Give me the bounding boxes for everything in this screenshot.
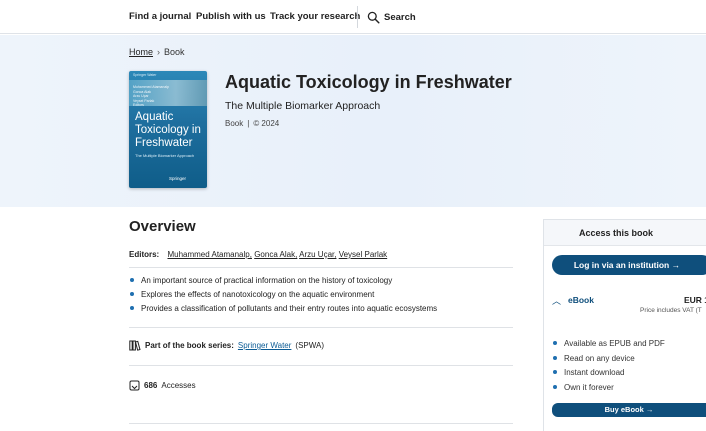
book-series-line: Part of the book series: Springer Water … [129, 340, 324, 351]
ebook-features: Available as EPUB and PDF Read on any de… [552, 339, 665, 397]
search-label: Search [384, 11, 416, 23]
divider [129, 423, 513, 424]
series-link[interactable]: Springer Water [238, 341, 292, 350]
ebook-label: eBook [568, 295, 594, 305]
login-institution-button[interactable]: Log in via an institution → [552, 255, 706, 275]
accesses-label: Accesses [161, 381, 196, 390]
divider [129, 365, 513, 366]
books-icon [129, 340, 141, 351]
series-code: (SPWA) [295, 341, 325, 350]
login-button-label: Log in via an institution [573, 260, 670, 270]
editor-link[interactable]: Veysel Parlak [339, 250, 387, 259]
list-item: Own it forever [552, 383, 665, 398]
book-subtitle: The Multiple Biomarker Approach [225, 100, 381, 112]
editor-link[interactable]: Gonca Alak, [254, 250, 297, 259]
nav-publish-with-us[interactable]: Publish with us [196, 11, 266, 22]
chevron-right-icon: › [157, 47, 161, 57]
book-year: © 2024 [253, 119, 280, 128]
highlights-list: An important source of practical informa… [129, 276, 437, 318]
list-item: Read on any device [552, 354, 665, 369]
breadcrumb-home[interactable]: Home [129, 47, 153, 57]
accesses-metric: 686 Accesses [129, 380, 196, 391]
arrow-right-icon: → [671, 260, 681, 270]
chevron-up-icon: ︿ [552, 296, 562, 306]
cover-title: Aquatic Toxicology in Freshwater [135, 111, 201, 149]
buy-button-label: Buy eBook [604, 405, 644, 414]
overview-heading: Overview [129, 218, 196, 235]
buy-ebook-button[interactable]: Buy eBook → [552, 403, 706, 417]
nav-track-research[interactable]: Track your research [270, 11, 360, 22]
divider [129, 267, 513, 268]
list-item: An important source of practical informa… [129, 276, 437, 290]
search-icon [367, 11, 380, 24]
nav-find-journal[interactable]: Find a journal [129, 11, 191, 22]
meta-divider: | [247, 119, 250, 128]
editor-link[interactable]: Arzu Uçar, [299, 250, 336, 259]
book-meta: Book | © 2024 [225, 119, 279, 128]
list-item: Available as EPUB and PDF [552, 339, 665, 354]
arrow-right-icon: → [645, 405, 654, 414]
download-icon [129, 380, 140, 391]
breadcrumb-current: Book [164, 47, 185, 57]
list-item: Explores the effects of nanotoxicology o… [129, 290, 437, 304]
cover-subtitle: The Multiple Biomarker Approach [135, 153, 195, 158]
series-label: Part of the book series: [145, 341, 234, 350]
cover-series: Springer Water [133, 73, 157, 77]
ebook-price: EUR 12 [684, 295, 706, 305]
nav-divider [357, 6, 358, 28]
book-title: Aquatic Toxicology in Freshwater [225, 72, 512, 92]
divider [129, 327, 513, 328]
list-item: Instant download [552, 368, 665, 383]
access-heading: Access this book [544, 220, 706, 246]
breadcrumb: Home › Book [129, 47, 185, 57]
editors-line: Editors: Muhammed Atamanalp, Gonca Alak,… [129, 250, 387, 259]
cover-authors: Muhammed Atamanalp Gonca Alak Arzu Uçar … [133, 85, 169, 107]
book-cover-image: Springer Water Muhammed Atamanalp Gonca … [129, 71, 207, 188]
access-panel: Access this book Log in via an instituti… [543, 219, 706, 431]
book-hero [0, 35, 706, 207]
list-item: Provides a classification of pollutants … [129, 304, 437, 318]
book-type: Book [225, 119, 244, 128]
search-button[interactable]: Search [367, 9, 416, 25]
editor-link[interactable]: Muhammed Atamanalp, [167, 250, 252, 259]
editors-label: Editors: [129, 250, 160, 259]
accesses-count: 686 [144, 381, 158, 390]
vat-note: Price includes VAT (T [640, 307, 702, 314]
top-navigation: Find a journal Publish with us Track you… [0, 0, 706, 34]
cover-publisher: Springer [169, 176, 187, 181]
